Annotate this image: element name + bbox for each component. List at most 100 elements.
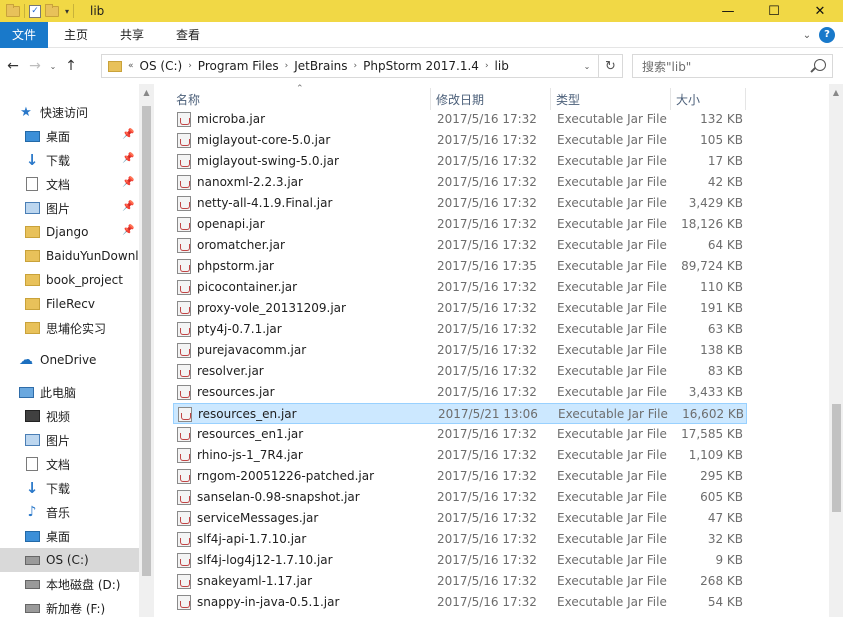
- breadcrumb-separator[interactable]: ›: [188, 61, 192, 71]
- table-row[interactable]: proxy-vole_20131209.jar 2017/5/16 17:32 Ex…: [173, 298, 747, 319]
- sidebar-item-quick-access[interactable]: ★ 快速访问: [0, 100, 139, 124]
- table-row[interactable]: rhino-js-1_7R4.jar 2017/5/16 17:32 Executa…: [173, 445, 747, 466]
- breadcrumb-overflow[interactable]: «: [128, 61, 134, 71]
- table-row[interactable]: nanoxml-2.2.3.jar 2017/5/16 17:32 Executab…: [173, 172, 747, 193]
- scrollbar-thumb[interactable]: [142, 106, 151, 576]
- table-row[interactable]: miglayout-core-5.0.jar 2017/5/16 17:32 Exe…: [173, 130, 747, 151]
- breadcrumb-phpstorm[interactable]: PhpStorm 2017.1.4: [363, 59, 479, 73]
- new-folder-icon[interactable]: [45, 4, 59, 18]
- table-row[interactable]: phpstorm.jar 2017/5/16 17:35 Executable Ja…: [173, 256, 747, 277]
- pictures-icon: [24, 200, 40, 216]
- scroll-up-icon[interactable]: ▲: [829, 88, 843, 97]
- sidebar-item-local-disk-d[interactable]: 本地磁盘 (D:): [0, 572, 139, 596]
- table-row[interactable]: resources_en1.jar 2017/5/16 17:32 Executab…: [173, 424, 747, 445]
- search-input[interactable]: 搜索"lib": [632, 54, 833, 78]
- breadcrumb-separator[interactable]: ›: [485, 61, 489, 71]
- table-row[interactable]: snakeyaml-1.17.jar 2017/5/16 17:32 Executa…: [173, 571, 747, 592]
- table-row[interactable]: resources_en.jar 2017/5/21 13:06 Executabl…: [173, 403, 747, 424]
- sidebar-item-desktop-pc[interactable]: 桌面: [0, 524, 139, 548]
- sidebar-item-downloads-pc[interactable]: ↓ 下载: [0, 476, 139, 500]
- table-row[interactable]: resolver.jar 2017/5/16 17:32 Executable Ja…: [173, 361, 747, 382]
- table-row[interactable]: serviceMessages.jar 2017/5/16 17:32 Execut…: [173, 508, 747, 529]
- sidebar-item-book-project[interactable]: book_project: [0, 268, 139, 292]
- column-header-name[interactable]: 名称: [171, 88, 431, 110]
- scrollbar-thumb[interactable]: [832, 404, 841, 512]
- back-button[interactable]: ←: [2, 54, 24, 78]
- breadcrumb-os-c[interactable]: OS (C:): [140, 59, 183, 73]
- pin-icon[interactable]: 📌: [122, 129, 134, 140]
- maximize-button[interactable]: ☐: [751, 0, 797, 22]
- tab-file[interactable]: 文件: [0, 21, 48, 48]
- sidebar-item-pictures-pc[interactable]: 图片: [0, 428, 139, 452]
- sidebar-item-documents[interactable]: 文档 📌: [0, 172, 139, 196]
- tab-home[interactable]: 主页: [48, 22, 104, 48]
- sidebar-item-music[interactable]: ♪ 音乐: [0, 500, 139, 524]
- sidebar-item-this-pc[interactable]: 此电脑: [0, 380, 139, 404]
- table-row[interactable]: oromatcher.jar 2017/5/16 17:32 Executable …: [173, 235, 747, 256]
- properties-icon[interactable]: ✓: [29, 4, 41, 18]
- sidebar-item-label: 文档: [46, 177, 71, 192]
- table-row[interactable]: miglayout-swing-5.0.jar 2017/5/16 17:32 Ex…: [173, 151, 747, 172]
- table-row[interactable]: picocontainer.jar 2017/5/16 17:32 Executab…: [173, 277, 747, 298]
- pin-icon[interactable]: 📌: [122, 177, 134, 188]
- sidebar-item-django[interactable]: Django 📌: [0, 220, 139, 244]
- expand-ribbon-icon[interactable]: ⌄: [795, 30, 819, 41]
- breadcrumb-jetbrains[interactable]: JetBrains: [294, 59, 347, 73]
- file-name: pty4j-0.7.1.jar: [197, 322, 282, 336]
- sidebar-item-new-volume-f[interactable]: 新加卷 (F:): [0, 596, 139, 617]
- breadcrumb-program-files[interactable]: Program Files: [198, 59, 279, 73]
- table-row[interactable]: slf4j-api-1.7.10.jar 2017/5/16 17:32 Execu…: [173, 529, 747, 550]
- sidebar-item-videos[interactable]: 视频: [0, 404, 139, 428]
- file-list-scrollbar[interactable]: ▲: [829, 84, 843, 617]
- table-row[interactable]: openapi.jar 2017/5/16 17:32 Executable Jar…: [173, 214, 747, 235]
- jar-file-icon: [177, 196, 191, 211]
- breadcrumb-separator[interactable]: ›: [285, 61, 289, 71]
- table-row[interactable]: pty4j-0.7.1.jar 2017/5/16 17:32 Executable…: [173, 319, 747, 340]
- scroll-up-icon[interactable]: ▲: [139, 88, 154, 97]
- customize-toolbar-chevron-icon[interactable]: ▾: [65, 7, 69, 16]
- address-history-chevron-icon[interactable]: ⌄: [578, 55, 596, 77]
- table-row[interactable]: snappy-in-java-0.5.1.jar 2017/5/16 17:32 E…: [173, 592, 747, 613]
- sidebar-item-documents-pc[interactable]: 文档: [0, 452, 139, 476]
- sidebar-item-pictures[interactable]: 图片 📌: [0, 196, 139, 220]
- pin-icon[interactable]: 📌: [122, 153, 134, 164]
- column-header-date[interactable]: 修改日期: [431, 88, 551, 110]
- search-icon[interactable]: [814, 59, 826, 71]
- pin-icon[interactable]: 📌: [122, 201, 134, 212]
- sidebar-item-baiduyundownload[interactable]: BaiduYunDownl: [0, 244, 139, 268]
- address-bar[interactable]: « OS (C:) › Program Files › JetBrains › …: [101, 54, 623, 78]
- recent-locations-button[interactable]: ⌄: [46, 54, 60, 78]
- table-row[interactable]: sanselan-0.98-snapshot.jar 2017/5/16 17:3…: [173, 487, 747, 508]
- minimize-button[interactable]: —: [705, 0, 751, 22]
- sidebar-item-desktop[interactable]: 桌面 📌: [0, 124, 139, 148]
- column-header-type[interactable]: 类型: [551, 88, 671, 110]
- tab-view[interactable]: 查看: [160, 22, 216, 48]
- file-name: miglayout-core-5.0.jar: [197, 133, 331, 147]
- table-row[interactable]: purejavacomm.jar 2017/5/16 17:32 Executabl…: [173, 340, 747, 361]
- help-icon[interactable]: ?: [819, 27, 835, 43]
- sidebar-item-downloads[interactable]: ↓ 下载 📌: [0, 148, 139, 172]
- table-row[interactable]: slf4j-log4j12-1.7.10.jar 2017/5/16 17:32 E…: [173, 550, 747, 571]
- up-button[interactable]: ↑: [60, 54, 82, 78]
- table-row[interactable]: resources.jar 2017/5/16 17:32 Executable J…: [173, 382, 747, 403]
- breadcrumb-lib[interactable]: lib: [495, 59, 509, 73]
- breadcrumb-separator[interactable]: ›: [354, 61, 358, 71]
- table-row[interactable]: rngom-20051226-patched.jar 2017/5/16 17:3…: [173, 466, 747, 487]
- column-header-size[interactable]: 大小: [671, 88, 746, 110]
- sidebar-item-internship[interactable]: 思埔伦实习: [0, 316, 139, 340]
- file-type: Executable Jar File: [557, 154, 667, 168]
- close-button[interactable]: ✕: [797, 0, 843, 22]
- folder-icon[interactable]: [6, 4, 20, 18]
- pin-icon[interactable]: 📌: [122, 225, 134, 236]
- sidebar-item-onedrive[interactable]: ☁ OneDrive: [0, 348, 139, 372]
- forward-button[interactable]: →: [24, 54, 46, 78]
- tab-share[interactable]: 共享: [104, 22, 160, 48]
- table-row[interactable]: microba.jar 2017/5/16 17:32 Executable Jar…: [173, 109, 747, 130]
- file-name: slf4j-api-1.7.10.jar: [197, 532, 307, 546]
- navigation-scrollbar[interactable]: ▲: [139, 84, 154, 617]
- sidebar-item-os-c[interactable]: OS (C:): [0, 548, 139, 572]
- file-date: 2017/5/16 17:32: [437, 511, 537, 525]
- table-row[interactable]: netty-all-4.1.9.Final.jar 2017/5/16 17:32…: [173, 193, 747, 214]
- refresh-button[interactable]: ↻: [598, 55, 622, 77]
- sidebar-item-filerecv[interactable]: FileRecv: [0, 292, 139, 316]
